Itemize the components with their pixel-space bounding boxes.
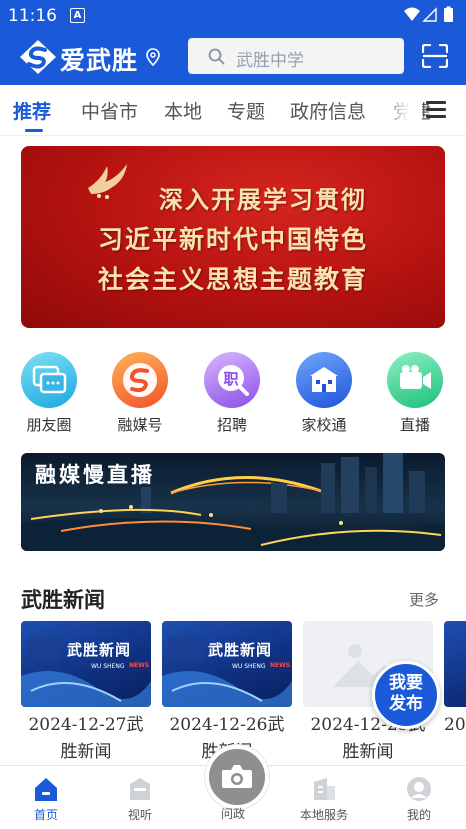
news-thumbnail: 武胜新闻 WU SHENG NEWS [21,621,151,707]
tab-government-info[interactable]: 政府信息 [290,97,366,124]
thumb-news-tag: NEWS [270,662,291,669]
tab-local[interactable]: 本地 [164,97,202,124]
search-placeholder: 武胜中学 [236,51,304,71]
nav-home[interactable]: 首页 [11,776,81,823]
service-icon [311,776,337,802]
quick-link-home-school[interactable]: 家校通 [294,352,354,435]
news-card-partial[interactable]: 20 [444,621,466,739]
media-s-icon [112,352,168,408]
svg-text:职: 职 [223,370,238,388]
thumb-subtitle: WU SHENG [232,663,266,670]
app-header: 爱武胜 武胜中学 [0,30,466,85]
quick-link-label: 招聘 [216,416,247,434]
notification-icon: A [70,8,85,23]
tab-topics[interactable]: 专题 [227,97,265,124]
news-section-title: 武胜新闻 [21,588,105,612]
chat-bubbles-icon [21,352,77,408]
publish-label-2: 发布 [389,694,423,714]
app-logo-icon [20,40,56,74]
banner-line-2: 习近平新时代中国特色 [97,225,368,254]
hero-banner[interactable]: 深入开展学习贯彻 习近平新时代中国特色 社会主义思想主题教育 [21,146,445,328]
search-input[interactable]: 武胜中学 [188,38,404,74]
nav-profile[interactable]: 我的 [384,776,454,823]
nav-label: 我的 [406,808,431,822]
search-icon [208,48,225,65]
inquiry-camera-button[interactable] [205,745,269,809]
quick-link-label: 家校通 [301,416,347,434]
quick-link-moments[interactable]: 朋友圈 [19,352,79,435]
status-icons [404,6,453,22]
news-thumbnail [444,621,466,707]
wifi-icon [404,7,420,21]
thumb-title: 武胜新闻 [67,641,132,659]
nav-label: 首页 [33,808,58,822]
tab-recommend[interactable]: 推荐 [13,97,51,124]
school-building-icon [296,352,352,408]
quick-link-recruit[interactable]: 职 招聘 [202,352,262,435]
banner-line-3: 社会主义思想主题教育 [97,265,368,294]
news-caption: 20 [444,715,466,735]
recruit-icon: 职 [204,352,260,408]
camera-icon [222,765,252,788]
quick-link-live[interactable]: 直播 [385,352,445,435]
news-card[interactable]: 武胜新闻 WU SHENG NEWS 2024-12-27武胜新闻 [21,621,151,766]
scan-icon[interactable] [422,44,448,68]
location-pin-icon[interactable] [146,48,160,66]
quick-link-label: 融媒号 [117,416,163,434]
category-tabs: 推荐 中省市 本地 专题 政府信息 党建 [0,85,466,136]
news-card[interactable]: 武胜新闻 WU SHENG NEWS 2024-12-26武胜新闻 [162,621,292,766]
profile-icon [406,776,432,802]
nav-label: 视听 [127,808,152,822]
home-icon [33,776,59,802]
live-banner-title: 融媒慢直播 [35,462,155,487]
news-caption: 2024-12-27武胜新闻 [28,715,144,762]
active-tab-indicator [25,129,43,132]
tv-icon [127,776,153,802]
thumb-title: 武胜新闻 [208,641,273,659]
publish-label-1: 我要 [389,673,423,693]
status-bar: 11:16 A [0,0,466,30]
live-stream-banner[interactable]: 融媒慢直播 [21,453,445,551]
nav-label-inquiry: 问政 [220,807,245,821]
menu-icon[interactable] [424,99,448,121]
thumb-subtitle: WU SHENG [91,663,125,670]
app-name: 爱武胜 [60,46,139,75]
signal-icon [422,7,437,22]
quick-link-label: 直播 [399,416,430,434]
banner-pagination [201,316,266,328]
tabs-fade [380,85,422,135]
more-link[interactable]: 更多 [409,589,439,610]
banner-line-1: 深入开展学习贯彻 [159,185,367,214]
tab-province-city[interactable]: 中省市 [81,97,138,124]
nav-label: 本地服务 [299,808,348,822]
nav-local-services[interactable]: 本地服务 [289,776,359,823]
nav-audio-video[interactable]: 视听 [105,776,175,823]
video-camera-icon [387,352,443,408]
thumb-news-tag: NEWS [129,662,150,669]
news-thumbnail: 武胜新闻 WU SHENG NEWS [162,621,292,707]
quick-link-media[interactable]: 融媒号 [110,352,170,435]
battery-icon [444,8,453,22]
status-time: 11:16 [8,6,57,26]
publish-button[interactable]: 我要 发布 [372,661,440,729]
quick-link-label: 朋友圈 [26,416,72,434]
